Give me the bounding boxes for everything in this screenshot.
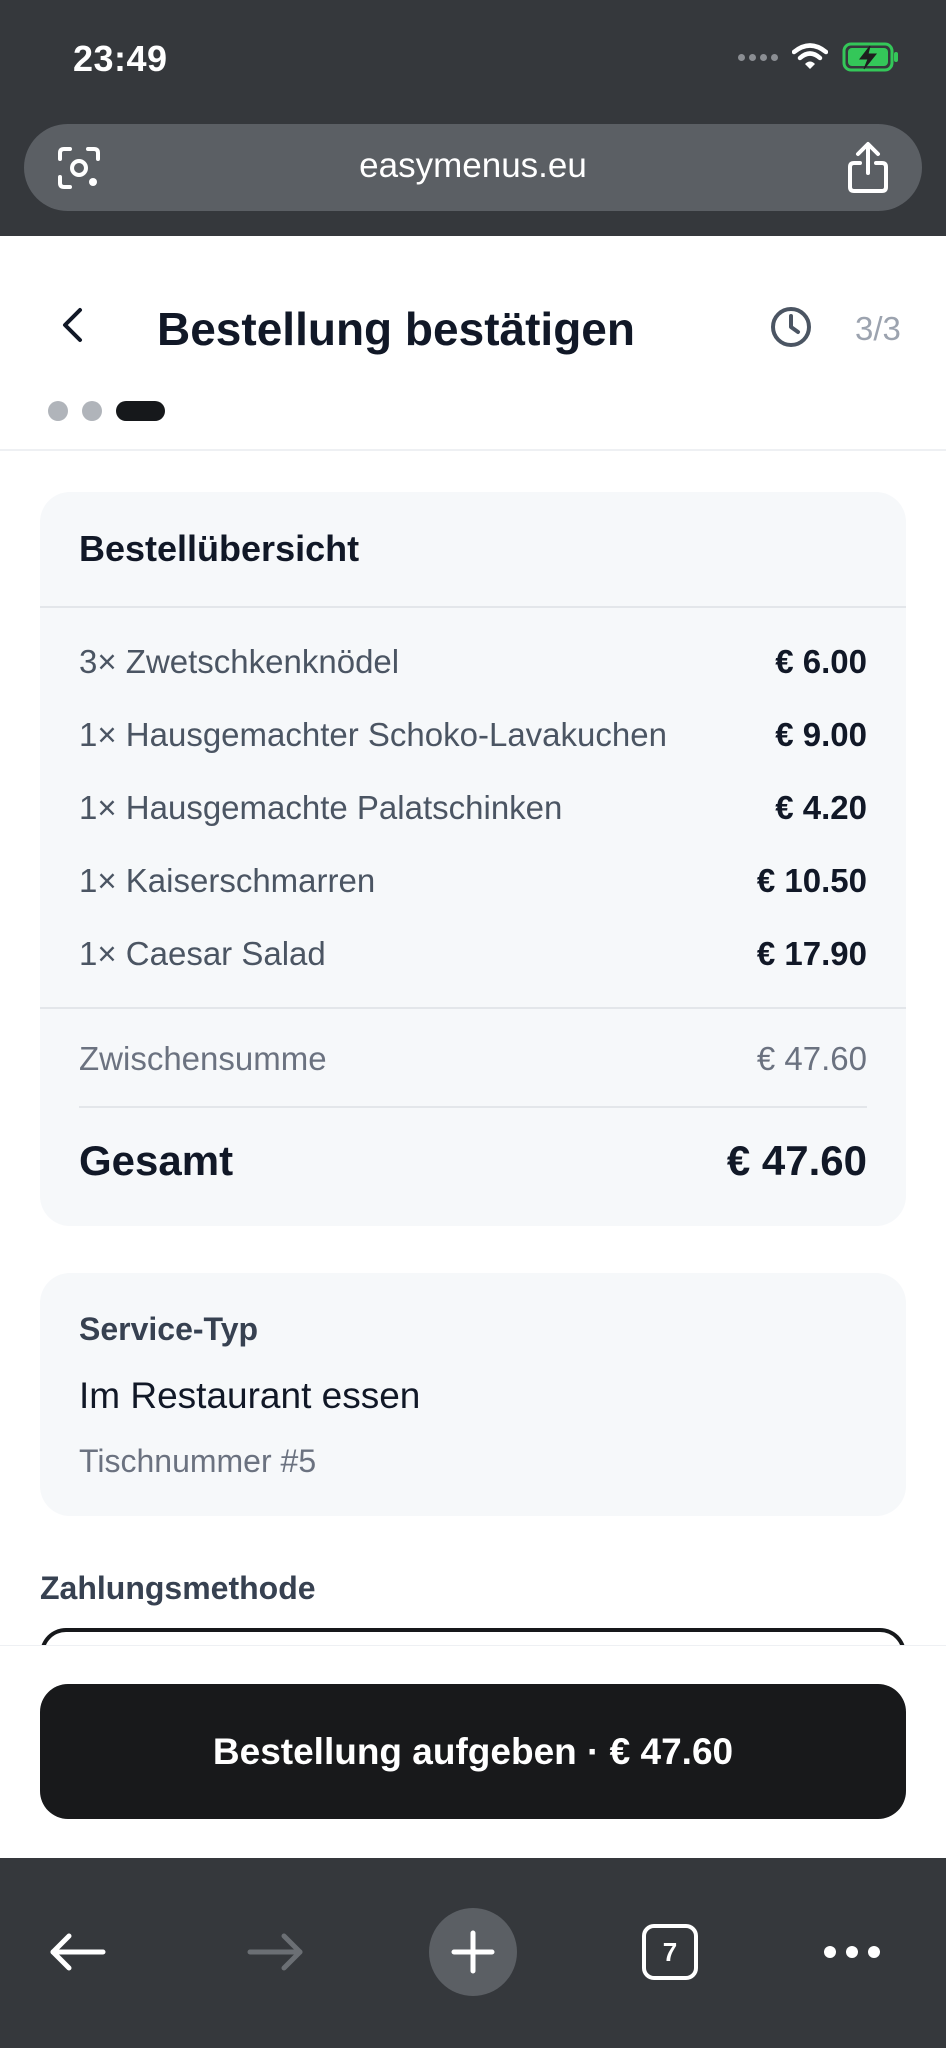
order-item-name: 1× Caesar Salad <box>79 935 326 972</box>
plus-icon <box>451 1930 495 1974</box>
browser-forward-button[interactable] <box>232 1908 320 1996</box>
share-icon[interactable] <box>844 141 892 195</box>
order-item-price: € 4.20 <box>775 789 867 826</box>
status-icons <box>738 42 900 72</box>
order-item-row: 1× Caesar Salad € 17.90 <box>79 932 867 976</box>
divider <box>40 606 906 608</box>
service-type-value: Im Restaurant essen <box>79 1375 421 1416</box>
page-header: Bestellung bestätigen 3/3 <box>0 236 946 451</box>
order-summary-title: Bestellübersicht <box>79 528 360 569</box>
order-item-row: 3× Zwetschkenknödel € 6.00 <box>79 640 867 684</box>
step-dot-3-active <box>116 401 165 421</box>
order-item-price: € 6.00 <box>775 643 867 680</box>
browser-toolbar: 7 <box>0 1858 946 2048</box>
tabs-button[interactable]: 7 <box>626 1908 714 1996</box>
arrow-right-icon <box>247 1933 303 1971</box>
order-item-row: 1× Kaiserschmarren € 10.50 <box>79 859 867 903</box>
step-indicator <box>48 401 165 421</box>
order-item-name: 1× Kaiserschmarren <box>79 862 376 899</box>
total-row: Gesamt € 47.60 <box>79 1137 867 1185</box>
tabs-icon: 7 <box>642 1924 698 1980</box>
total-label: Gesamt <box>79 1137 234 1184</box>
order-item-price: € 9.00 <box>775 716 867 753</box>
order-item-row: 1× Hausgemachter Schoko-Lavakuchen € 9.0… <box>79 713 867 757</box>
place-order-label: Bestellung aufgeben · € 47.60 <box>212 1730 734 1772</box>
page-title: Bestellung bestätigen <box>157 303 635 355</box>
step-counter: 3/3 <box>855 310 901 347</box>
payment-method-label: Zahlungsmethode <box>40 1570 316 1606</box>
order-item-row: 1× Hausgemachte Palatschinken € 4.20 <box>79 786 867 830</box>
arrow-left-icon <box>50 1933 106 1971</box>
chevron-left-icon[interactable] <box>50 302 96 348</box>
subtotal-row: Zwischensumme € 47.60 <box>79 1040 867 1078</box>
status-time: 23:49 <box>73 38 168 79</box>
divider <box>40 1007 906 1009</box>
service-type-label: Service-Typ <box>79 1311 259 1347</box>
order-item-price: € 10.50 <box>756 862 867 899</box>
total-value: € 47.60 <box>726 1137 867 1184</box>
step-dot-2 <box>82 401 102 421</box>
order-summary-card: Bestellübersicht 3× Zwetschkenknödel € 6… <box>40 492 906 1226</box>
cellular-signal-icon <box>738 53 778 61</box>
battery-charging-icon <box>842 42 898 72</box>
tab-count: 7 <box>662 1936 678 1967</box>
browser-back-button[interactable] <box>33 1908 121 1996</box>
more-icon <box>824 1946 880 1958</box>
service-type-card: Service-Typ Im Restaurant essen Tischnum… <box>40 1273 906 1516</box>
order-item-name: 1× Hausgemachte Palatschinken <box>79 789 563 826</box>
url-text[interactable]: easymenus.eu <box>24 146 922 186</box>
order-item-price: € 17.90 <box>756 935 867 972</box>
bottom-action-bar: Bestellung aufgeben · € 47.60 <box>0 1645 946 1858</box>
subtotal-value: € 47.60 <box>756 1040 867 1077</box>
clock-icon[interactable] <box>768 304 814 350</box>
new-tab-button[interactable] <box>429 1908 517 1996</box>
place-order-button[interactable]: Bestellung aufgeben · € 47.60 <box>40 1684 906 1819</box>
order-item-name: 1× Hausgemachter Schoko-Lavakuchen <box>79 716 667 753</box>
address-bar[interactable]: easymenus.eu <box>24 124 922 211</box>
subtotal-label: Zwischensumme <box>79 1040 327 1077</box>
divider <box>79 1106 867 1108</box>
step-dot-1 <box>48 401 68 421</box>
table-number: Tischnummer #5 <box>79 1443 317 1479</box>
order-item-name: 3× Zwetschkenknödel <box>79 643 400 680</box>
more-button[interactable] <box>808 1908 896 1996</box>
browser-top-bar: 23:49 easymenus.eu <box>0 0 946 236</box>
wifi-icon <box>792 43 828 69</box>
